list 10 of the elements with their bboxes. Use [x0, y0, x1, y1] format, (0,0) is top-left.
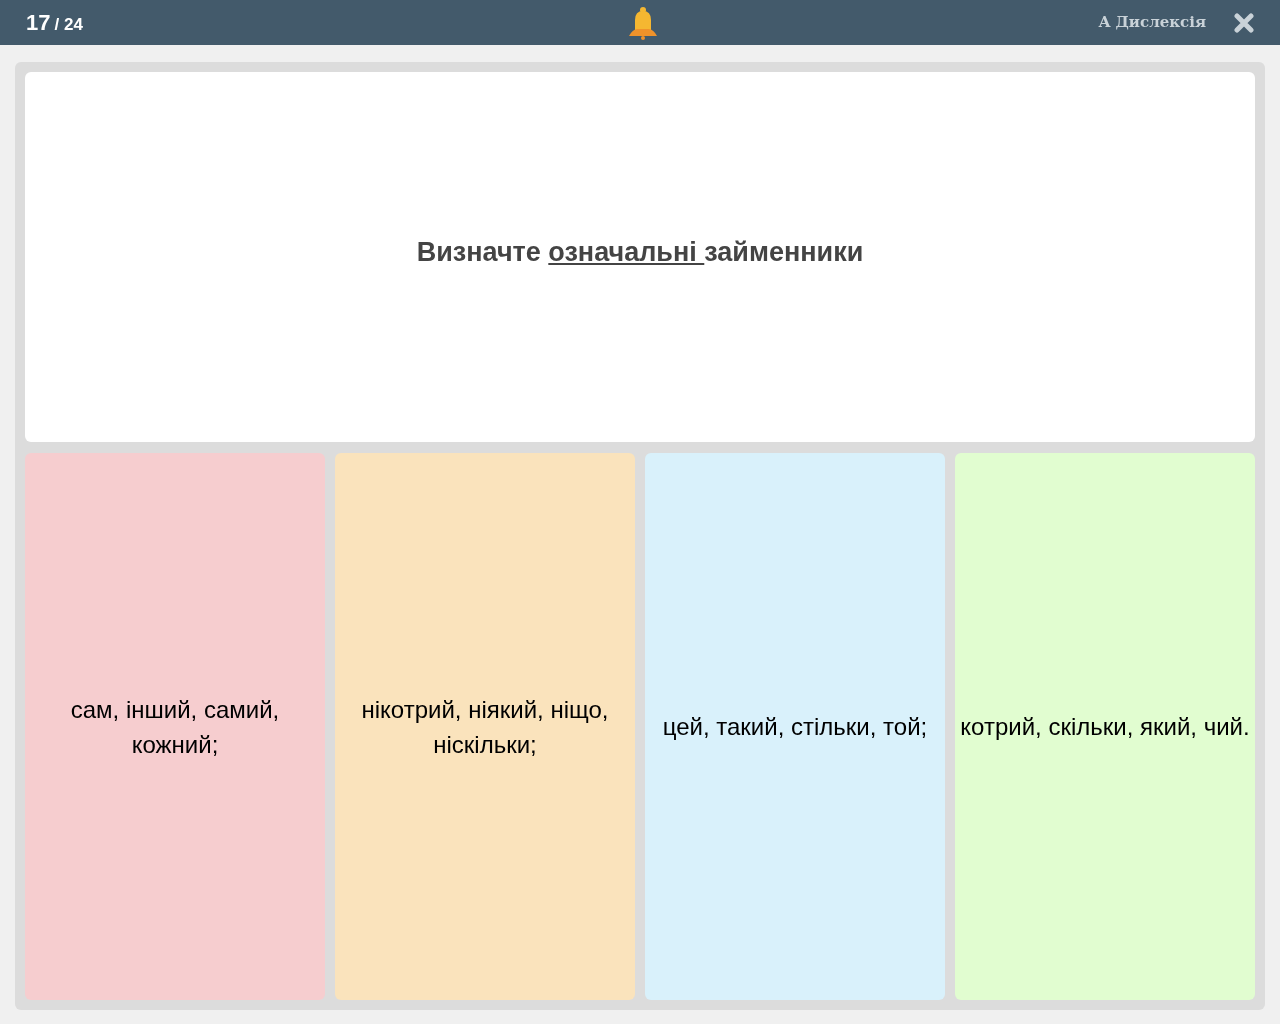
- answer-card[interactable]: нікотрий, ніякий, ніщо, ніскільки;: [335, 453, 635, 1000]
- question-number: 17: [26, 9, 51, 37]
- bell-icon: [628, 6, 658, 40]
- answer-card[interactable]: сам, інший, самий, кожний;: [25, 453, 325, 1000]
- question-text: Визначте означальні займенники: [416, 235, 864, 269]
- question-total: / 24: [54, 14, 83, 36]
- close-icon[interactable]: [1234, 12, 1254, 33]
- dyslexia-toggle[interactable]: A Дислексія: [1098, 11, 1206, 34]
- answer-card[interactable]: котрий, скільки, який, чий.: [955, 453, 1255, 1000]
- answer-card[interactable]: цей, такий, стільки, той;: [645, 453, 945, 1000]
